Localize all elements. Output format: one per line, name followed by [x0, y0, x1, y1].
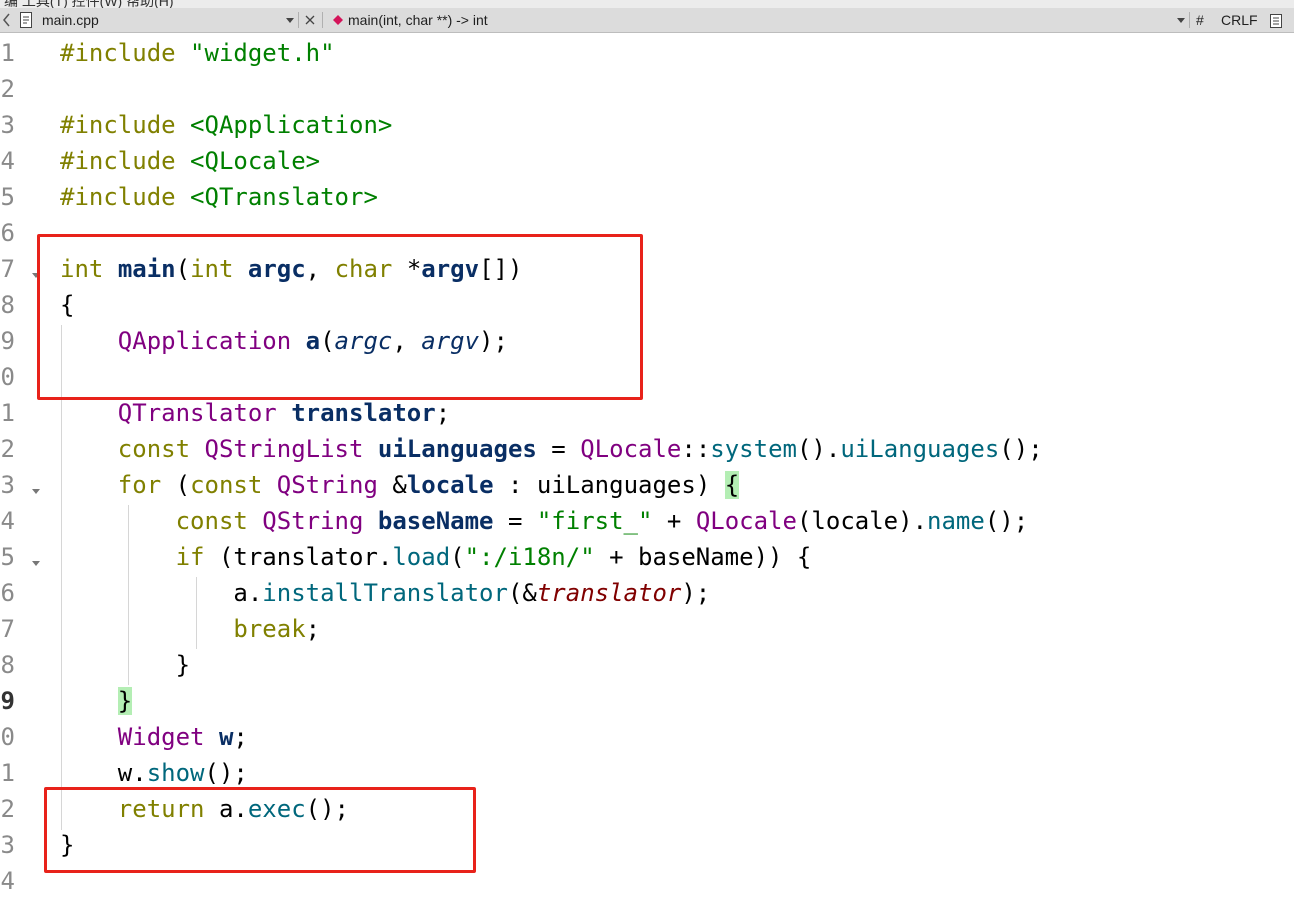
nav-arrow-icon[interactable] — [2, 8, 12, 32]
line-number-current: 9 — [0, 687, 15, 715]
line-number: 8 — [0, 291, 15, 319]
code-line: } — [60, 651, 191, 679]
line-number: 6 — [0, 219, 15, 247]
line-number: 2 — [0, 75, 15, 103]
function-signature-selector[interactable]: main(int, char **) -> int — [348, 8, 488, 32]
hash-label[interactable]: # — [1196, 8, 1204, 32]
line-number: 6 — [0, 579, 15, 607]
line-number: 1 — [0, 39, 15, 67]
code-line: w.show(); — [117, 759, 248, 787]
file-dropdown-icon[interactable] — [285, 8, 295, 32]
fold-marker-icon[interactable] — [30, 482, 42, 494]
line-number: 4 — [0, 507, 15, 535]
code-line: break; — [233, 615, 321, 643]
line-number-gutter: 1 2 3 4 5 6 7 8 9 0 1 2 3 4 5 6 7 8 9 0 … — [0, 33, 55, 895]
code-line: const QStringList uiLanguages = QLocale:… — [117, 435, 1043, 463]
line-number: 4 — [0, 147, 15, 175]
code-line: #include <QApplication> — [60, 111, 393, 139]
fold-marker-icon[interactable] — [30, 554, 42, 566]
line-number: 2 — [0, 435, 15, 463]
code-line: a.installTranslator(&translator); — [233, 579, 711, 607]
line-ending-selector[interactable]: CRLF — [1221, 8, 1258, 32]
line-number: 3 — [0, 111, 15, 139]
function-dropdown-icon[interactable] — [1176, 8, 1186, 32]
split-view-icon[interactable] — [1269, 12, 1283, 28]
document-icon — [19, 11, 33, 29]
code-line: #include <QTranslator> — [60, 183, 378, 211]
line-number: 2 — [0, 795, 15, 823]
line-number: 1 — [0, 759, 15, 787]
line-number: 3 — [0, 471, 15, 499]
code-line: } — [117, 687, 133, 715]
line-number: 5 — [0, 183, 15, 211]
menu-bar-text: 编 工具(T) 控件(W) 帮助(H) — [4, 0, 174, 8]
code-line: if (translator.load(":/i18n/" + baseName… — [175, 543, 812, 571]
line-number: 1 — [0, 399, 15, 427]
menu-bar-fragment: 编 工具(T) 控件(W) 帮助(H) — [0, 0, 1294, 8]
file-tab-label[interactable]: main.cpp — [42, 8, 99, 32]
code-line: for (const QString &locale : uiLanguages… — [117, 471, 740, 499]
annotation-box-main-signature — [37, 234, 643, 400]
code-line: #include <QLocale> — [60, 147, 321, 175]
line-number: 7 — [0, 615, 15, 643]
function-diamond-icon — [332, 8, 344, 32]
line-number: 0 — [0, 723, 15, 751]
line-number: 5 — [0, 543, 15, 571]
line-number: 7 — [0, 255, 15, 283]
close-icon[interactable] — [304, 8, 316, 32]
code-line: #include "widget.h" — [60, 39, 335, 67]
line-number: 8 — [0, 651, 15, 679]
annotation-box-return — [44, 787, 476, 873]
code-line: const QString baseName = "first_" + QLoc… — [175, 507, 1029, 535]
line-number: 0 — [0, 363, 15, 391]
code-line: QTranslator translator; — [117, 399, 451, 427]
editor-toolbar: main.cpp main(int, char **) -> int # CRL… — [0, 8, 1294, 33]
line-number: 9 — [0, 327, 15, 355]
line-number: 3 — [0, 831, 15, 859]
code-line: Widget w; — [117, 723, 248, 751]
